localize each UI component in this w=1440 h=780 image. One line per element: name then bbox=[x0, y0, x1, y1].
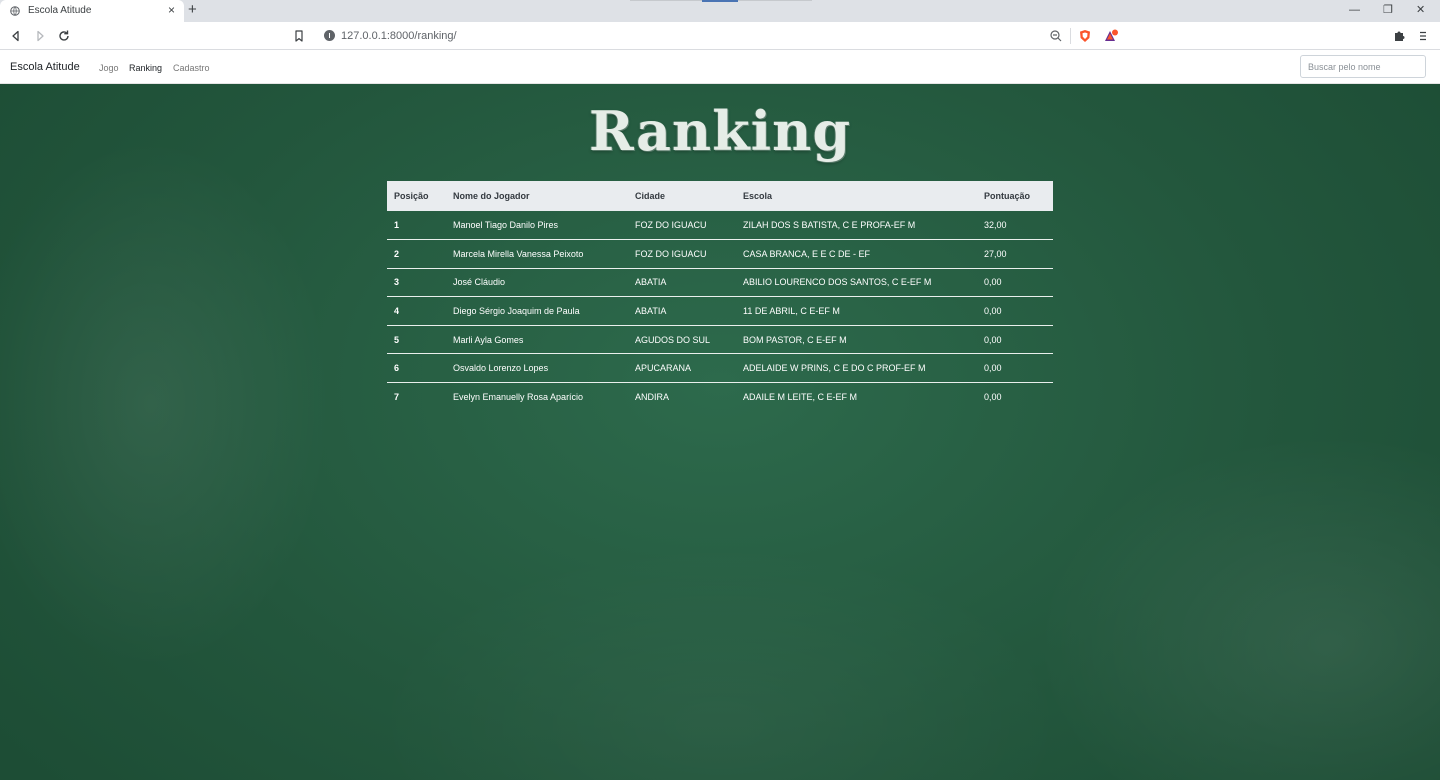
cell-posicao: 7 bbox=[394, 392, 400, 403]
cell-pontuacao: 0,00 bbox=[977, 296, 1053, 326]
cell-pontuacao: 0,00 bbox=[977, 325, 1053, 355]
window-close-button[interactable]: ✕ bbox=[1416, 3, 1425, 17]
chalkboard-background: Ranking Posição Nome do Jogador Cidade E… bbox=[0, 84, 1440, 780]
table-row: 3 José Cláudio ABATIA ABILIO LOURENCO DO… bbox=[387, 268, 1053, 298]
cell-escola: 11 DE ABRIL, C E-EF M bbox=[736, 296, 977, 326]
cell-cidade: FOZ DO IGUACU bbox=[628, 211, 736, 241]
column-header-posicao: Posição bbox=[387, 181, 446, 211]
address-bar[interactable]: 127.0.0.1:8000/ranking/ bbox=[316, 25, 1126, 47]
cell-posicao: 2 bbox=[387, 239, 446, 269]
page-title: Ranking bbox=[588, 99, 852, 163]
nav-link-cadastro[interactable]: Cadastro bbox=[173, 63, 210, 74]
globe-icon bbox=[10, 6, 20, 16]
brand-link[interactable]: Escola Atitude bbox=[10, 61, 80, 74]
zoom-icon[interactable] bbox=[1049, 29, 1063, 43]
column-header-pontuacao: Pontuação bbox=[977, 181, 1053, 211]
reload-icon[interactable] bbox=[57, 29, 71, 43]
window-minimize-button[interactable]: — bbox=[1349, 3, 1360, 17]
new-tab-button[interactable]: + bbox=[188, 2, 197, 18]
site-navbar: Escola Atitude Jogo Ranking Cadastro bbox=[0, 50, 1440, 84]
cell-escola: ADAILE M LEITE, C E-EF M bbox=[743, 392, 858, 403]
cell-pontuacao: 0,00 bbox=[977, 268, 1053, 298]
extensions-icon[interactable] bbox=[1392, 29, 1406, 43]
cell-cidade: ABATIA bbox=[628, 268, 736, 298]
cell-nome: Osvaldo Lorenzo Lopes bbox=[446, 353, 628, 384]
back-icon[interactable] bbox=[9, 29, 23, 43]
brave-rewards-icon[interactable] bbox=[1104, 29, 1118, 43]
omnibox-divider bbox=[1070, 28, 1071, 44]
table-row: 5 Marli Ayla Gomes AGUDOS DO SUL BOM PAS… bbox=[387, 325, 1053, 355]
cell-pontuacao: 32,00 bbox=[977, 211, 1053, 241]
cell-cidade: ANDIRA bbox=[635, 392, 670, 403]
table-header-row: Posição Nome do Jogador Cidade Escola Po… bbox=[387, 181, 1053, 211]
cell-escola: ZILAH DOS S BATISTA, C E PROFA-EF M bbox=[736, 211, 977, 241]
bookmark-icon[interactable] bbox=[292, 29, 306, 43]
cell-cidade: ABATIA bbox=[628, 296, 736, 326]
cell-nome: José Cláudio bbox=[446, 268, 628, 298]
cell-escola: BOM PASTOR, C E-EF M bbox=[736, 325, 977, 355]
cell-nome: Marcela Mirella Vanessa Peixoto bbox=[446, 239, 628, 269]
table-row: 2 Marcela Mirella Vanessa Peixoto FOZ DO… bbox=[387, 239, 1053, 269]
window-restore-button[interactable]: ❐ bbox=[1383, 3, 1393, 17]
cell-cidade: AGUDOS DO SUL bbox=[628, 325, 736, 355]
cell-posicao: 4 bbox=[387, 296, 446, 326]
nav-link-jogo[interactable]: Jogo bbox=[99, 63, 119, 74]
address-url[interactable]: 127.0.0.1:8000/ranking/ bbox=[341, 30, 457, 42]
tab-close-icon[interactable]: × bbox=[168, 3, 175, 17]
browser-toolbar: 127.0.0.1:8000/ranking/ bbox=[0, 22, 1440, 50]
table-row: 6 Osvaldo Lorenzo Lopes APUCARANA ADELAI… bbox=[387, 353, 1053, 384]
table-row: 7 Evelyn Emanuelly Rosa Aparício ANDIRA … bbox=[387, 383, 1053, 412]
cell-pontuacao: 0,00 bbox=[984, 392, 1002, 403]
browser-tab[interactable]: Escola Atitude × bbox=[0, 0, 184, 22]
cell-posicao: 3 bbox=[387, 268, 446, 298]
cell-posicao: 1 bbox=[387, 211, 446, 241]
table-row: 4 Diego Sérgio Joaquim de Paula ABATIA 1… bbox=[387, 296, 1053, 326]
cell-escola: ABILIO LOURENCO DOS SANTOS, C E-EF M bbox=[736, 268, 977, 298]
cell-pontuacao: 27,00 bbox=[977, 239, 1053, 269]
column-header-escola: Escola bbox=[736, 181, 977, 211]
brave-shields-icon[interactable] bbox=[1078, 29, 1092, 43]
site-info-icon[interactable] bbox=[324, 30, 335, 41]
cell-cidade: APUCARANA bbox=[628, 353, 736, 384]
cell-escola: CASA BRANCA, E E C DE - EF bbox=[736, 239, 977, 269]
table-row: 1 Manoel Tiago Danilo Pires FOZ DO IGUAC… bbox=[387, 211, 1053, 241]
cell-nome: Marli Ayla Gomes bbox=[446, 325, 628, 355]
cell-cidade: FOZ DO IGUACU bbox=[628, 239, 736, 269]
nav-link-ranking[interactable]: Ranking bbox=[129, 63, 162, 74]
tab-search-strip-active bbox=[702, 0, 738, 2]
menu-icon[interactable] bbox=[1416, 29, 1430, 43]
column-header-nome: Nome do Jogador bbox=[446, 181, 628, 211]
cell-posicao: 5 bbox=[387, 325, 446, 355]
cell-escola: ADELAIDE W PRINS, C E DO C PROF-EF M bbox=[736, 353, 977, 384]
cell-posicao: 6 bbox=[387, 353, 446, 384]
ranking-table: Posição Nome do Jogador Cidade Escola Po… bbox=[387, 181, 1053, 411]
cell-nome: Manoel Tiago Danilo Pires bbox=[446, 211, 628, 241]
column-header-cidade: Cidade bbox=[628, 181, 736, 211]
cell-nome: Evelyn Emanuelly Rosa Aparício bbox=[453, 392, 584, 403]
tab-title: Escola Atitude bbox=[28, 5, 92, 16]
search-input[interactable] bbox=[1300, 55, 1426, 78]
forward-icon[interactable] bbox=[33, 29, 47, 43]
cell-nome: Diego Sérgio Joaquim de Paula bbox=[446, 296, 628, 326]
cell-pontuacao: 0,00 bbox=[977, 353, 1053, 384]
browser-tab-strip: Escola Atitude × + — ❐ ✕ bbox=[0, 0, 1440, 22]
